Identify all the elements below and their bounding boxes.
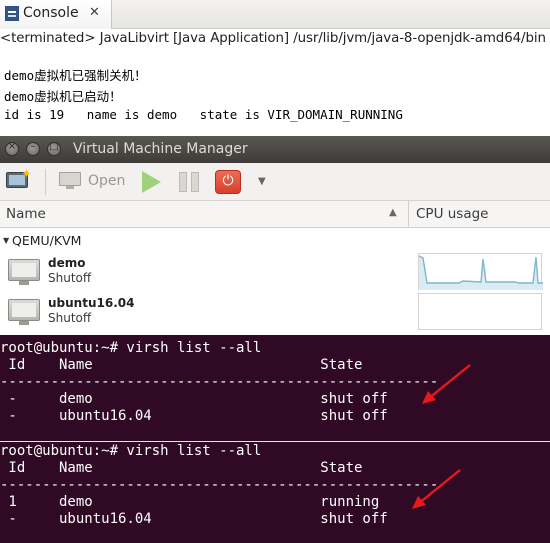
table-header: Id Name State (0, 460, 363, 476)
console-icon (5, 6, 19, 21)
vmm-toolbar: ✦ Open ⏻ ▼ (0, 163, 550, 201)
window-maximize-button[interactable]: □ (47, 141, 61, 156)
vm-row-ubuntu16.04[interactable]: ubuntu16.04 Shutoff (0, 292, 550, 332)
window-titlebar[interactable]: × – □ Virtual Machine Manager (0, 136, 550, 163)
vm-status: Shutoff (48, 271, 92, 285)
vm-name: ubuntu16.04 (48, 296, 135, 310)
sort-arrow-icon[interactable]: ▲ (389, 207, 397, 218)
window-minimize-button[interactable]: – (26, 141, 40, 156)
table-rule: ----------------------------------------… (0, 374, 439, 390)
table-row: - demo shut off (0, 391, 388, 407)
table-header: Id Name State (0, 357, 363, 373)
console-output-line: demo虚拟机已启动！ (4, 89, 122, 104)
vm-list-header: Name ▲ CPU usage (0, 201, 550, 228)
table-rule: ----------------------------------------… (0, 477, 439, 493)
table-row: 1 demo running (0, 494, 380, 510)
cpu-usage-graph (418, 293, 542, 330)
terminal-prompt: root@ubuntu:~# virsh list --all (0, 443, 262, 459)
open-button[interactable]: Open (88, 173, 125, 189)
cpu-usage-graph (418, 253, 543, 290)
dropdown-arrow-icon[interactable]: ▼ (258, 176, 266, 187)
table-row: - ubuntu16.04 shut off (0, 408, 388, 424)
vm-name: demo (48, 256, 86, 270)
monitor-icon (8, 299, 40, 325)
window-title: Virtual Machine Manager (73, 141, 248, 157)
eclipse-console-view: Console ✕ <terminated> JavaLibvirt [Java… (0, 0, 550, 136)
column-header-cpu-usage[interactable]: CPU usage (416, 206, 488, 222)
console-tab[interactable]: Console ✕ (0, 0, 112, 29)
terminal-prompt: root@ubuntu:~# virsh list --all (0, 340, 262, 356)
open-vm-icon[interactable] (59, 172, 81, 189)
vm-list: ▼ QEMU/KVM demo Shutoff ubuntu16.04 Shut… (0, 228, 550, 332)
new-vm-icon[interactable]: ✦ (6, 167, 32, 192)
monitor-icon (8, 259, 40, 285)
virtual-machine-manager-window: × – □ Virtual Machine Manager ✦ Open ⏻ ▼… (0, 136, 550, 332)
play-icon[interactable] (142, 171, 161, 193)
annotation-arrow-icon (422, 364, 471, 404)
vm-status: Shutoff (48, 311, 92, 325)
table-row: - ubuntu16.04 shut off (0, 511, 388, 527)
power-icon[interactable]: ⏻ (215, 170, 241, 194)
console-tab-bar: Console ✕ (0, 0, 550, 29)
toolbar-separator (45, 169, 46, 195)
terminated-status-line: <terminated> JavaLibvirt [Java Applicati… (0, 31, 546, 46)
console-output-line: demo虚拟机已强制关机！ (4, 68, 147, 83)
close-icon[interactable]: ✕ (89, 5, 100, 20)
console-output-line: id is 19 name is demo state is VIR_DOMAI… (4, 107, 403, 122)
expander-arrow-icon[interactable]: ▼ (3, 236, 9, 245)
terminal-output-before[interactable]: root@ubuntu:~# virsh list --all Id Name … (0, 335, 550, 441)
connection-group-label[interactable]: QEMU/KVM (12, 233, 81, 248)
vm-row-demo[interactable]: demo Shutoff (0, 252, 550, 292)
console-tab-label: Console (23, 5, 79, 21)
pause-icon[interactable] (179, 172, 201, 192)
window-close-button[interactable]: × (5, 141, 19, 156)
terminal-output-after[interactable]: root@ubuntu:~# virsh list --all Id Name … (0, 442, 550, 543)
column-header-name[interactable]: Name (6, 206, 46, 222)
annotation-arrow-icon (412, 469, 461, 509)
